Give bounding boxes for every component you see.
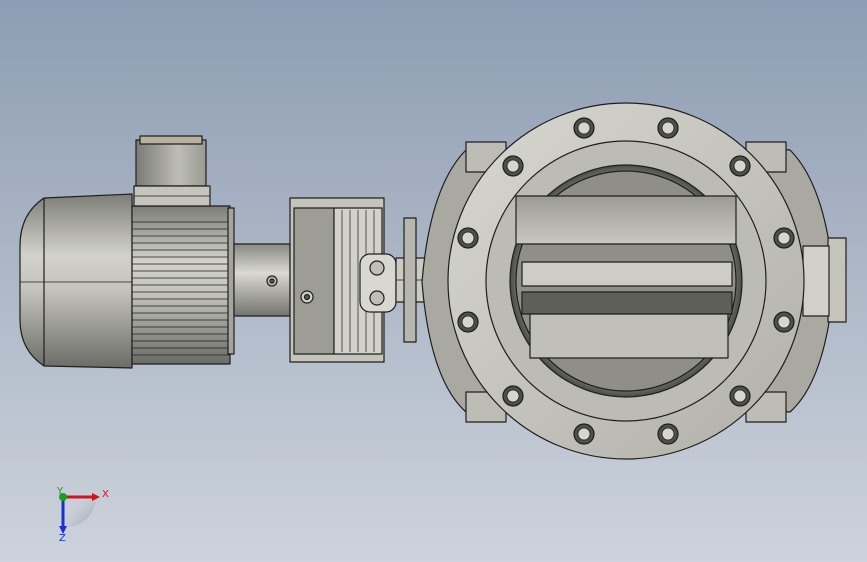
coupling[interactable] [233, 243, 291, 317]
inlet-flange[interactable] [447, 102, 805, 460]
graphics-viewport[interactable]: X Y Z [0, 0, 867, 562]
axis-x-label: X [102, 489, 109, 500]
axis-y-label: Y [56, 486, 64, 497]
axis-z-label: Z [59, 533, 66, 544]
